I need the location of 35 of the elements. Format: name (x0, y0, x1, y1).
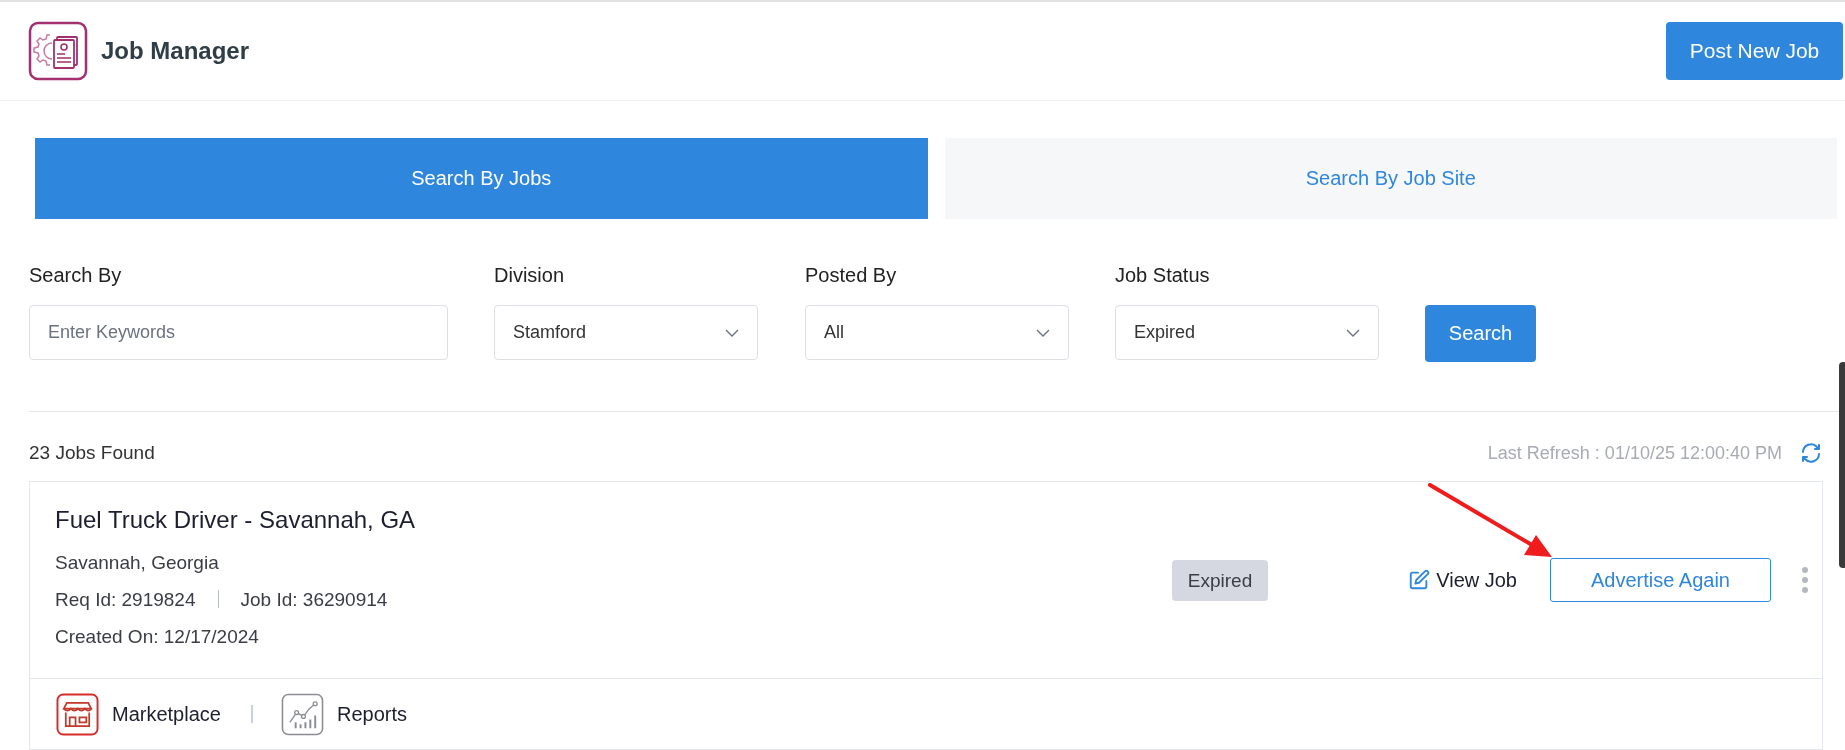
filter-label: Job Status (1115, 263, 1211, 287)
chevron-down-icon (1036, 328, 1050, 337)
chart-icon (280, 692, 324, 736)
job-title: Fuel Truck Driver - Savannah, GA (55, 505, 417, 534)
post-new-job-button[interactable]: Post New Job (1666, 22, 1843, 80)
chevron-down-icon (725, 328, 739, 337)
dropdown-field[interactable]: All (805, 305, 1069, 360)
app-title: Job Manager (101, 37, 250, 65)
job-id: Job Id: 36290914 (240, 587, 388, 612)
view-job-link[interactable]: View Job (1408, 568, 1517, 592)
status-badge: Expired (1171, 559, 1269, 601)
more-options-icon[interactable] (1801, 566, 1809, 594)
created-date: Created On: 12/17/2024 (55, 624, 260, 649)
edit-icon (1408, 569, 1431, 591)
dropdown-field[interactable]: Stamford (494, 305, 758, 360)
job-location: Savannah, Georgia (55, 550, 220, 575)
filter-label: Posted By (805, 263, 898, 287)
last-refresh-text: Last Refresh : 01/10/25 12:00:40 PM (1487, 442, 1782, 464)
filter-label: Division (494, 263, 566, 287)
scrollbar-thumb[interactable] (1839, 362, 1845, 568)
logo-icon (28, 21, 88, 81)
card-footer-link[interactable]: Reports (280, 692, 407, 736)
keyword-input[interactable]: Enter Keywords (29, 305, 448, 360)
results-count: 23 Jobs Found (29, 442, 155, 464)
req-id: Req Id: 2919824 (55, 587, 196, 612)
refresh-icon[interactable] (1799, 441, 1823, 465)
card-footer-link[interactable]: Marketplace (56, 692, 221, 736)
chevron-down-icon (1346, 328, 1360, 337)
dropdown-field[interactable]: Expired (1115, 305, 1379, 360)
search-button[interactable]: Search (1425, 305, 1536, 362)
search-tab[interactable]: Search By Jobs (35, 138, 928, 219)
filter-label: Search By (29, 263, 123, 287)
storefront-icon (56, 692, 99, 736)
search-tab[interactable]: Search By Job Site (944, 138, 1837, 219)
advertise-again-button[interactable]: Advertise Again (1550, 558, 1771, 602)
